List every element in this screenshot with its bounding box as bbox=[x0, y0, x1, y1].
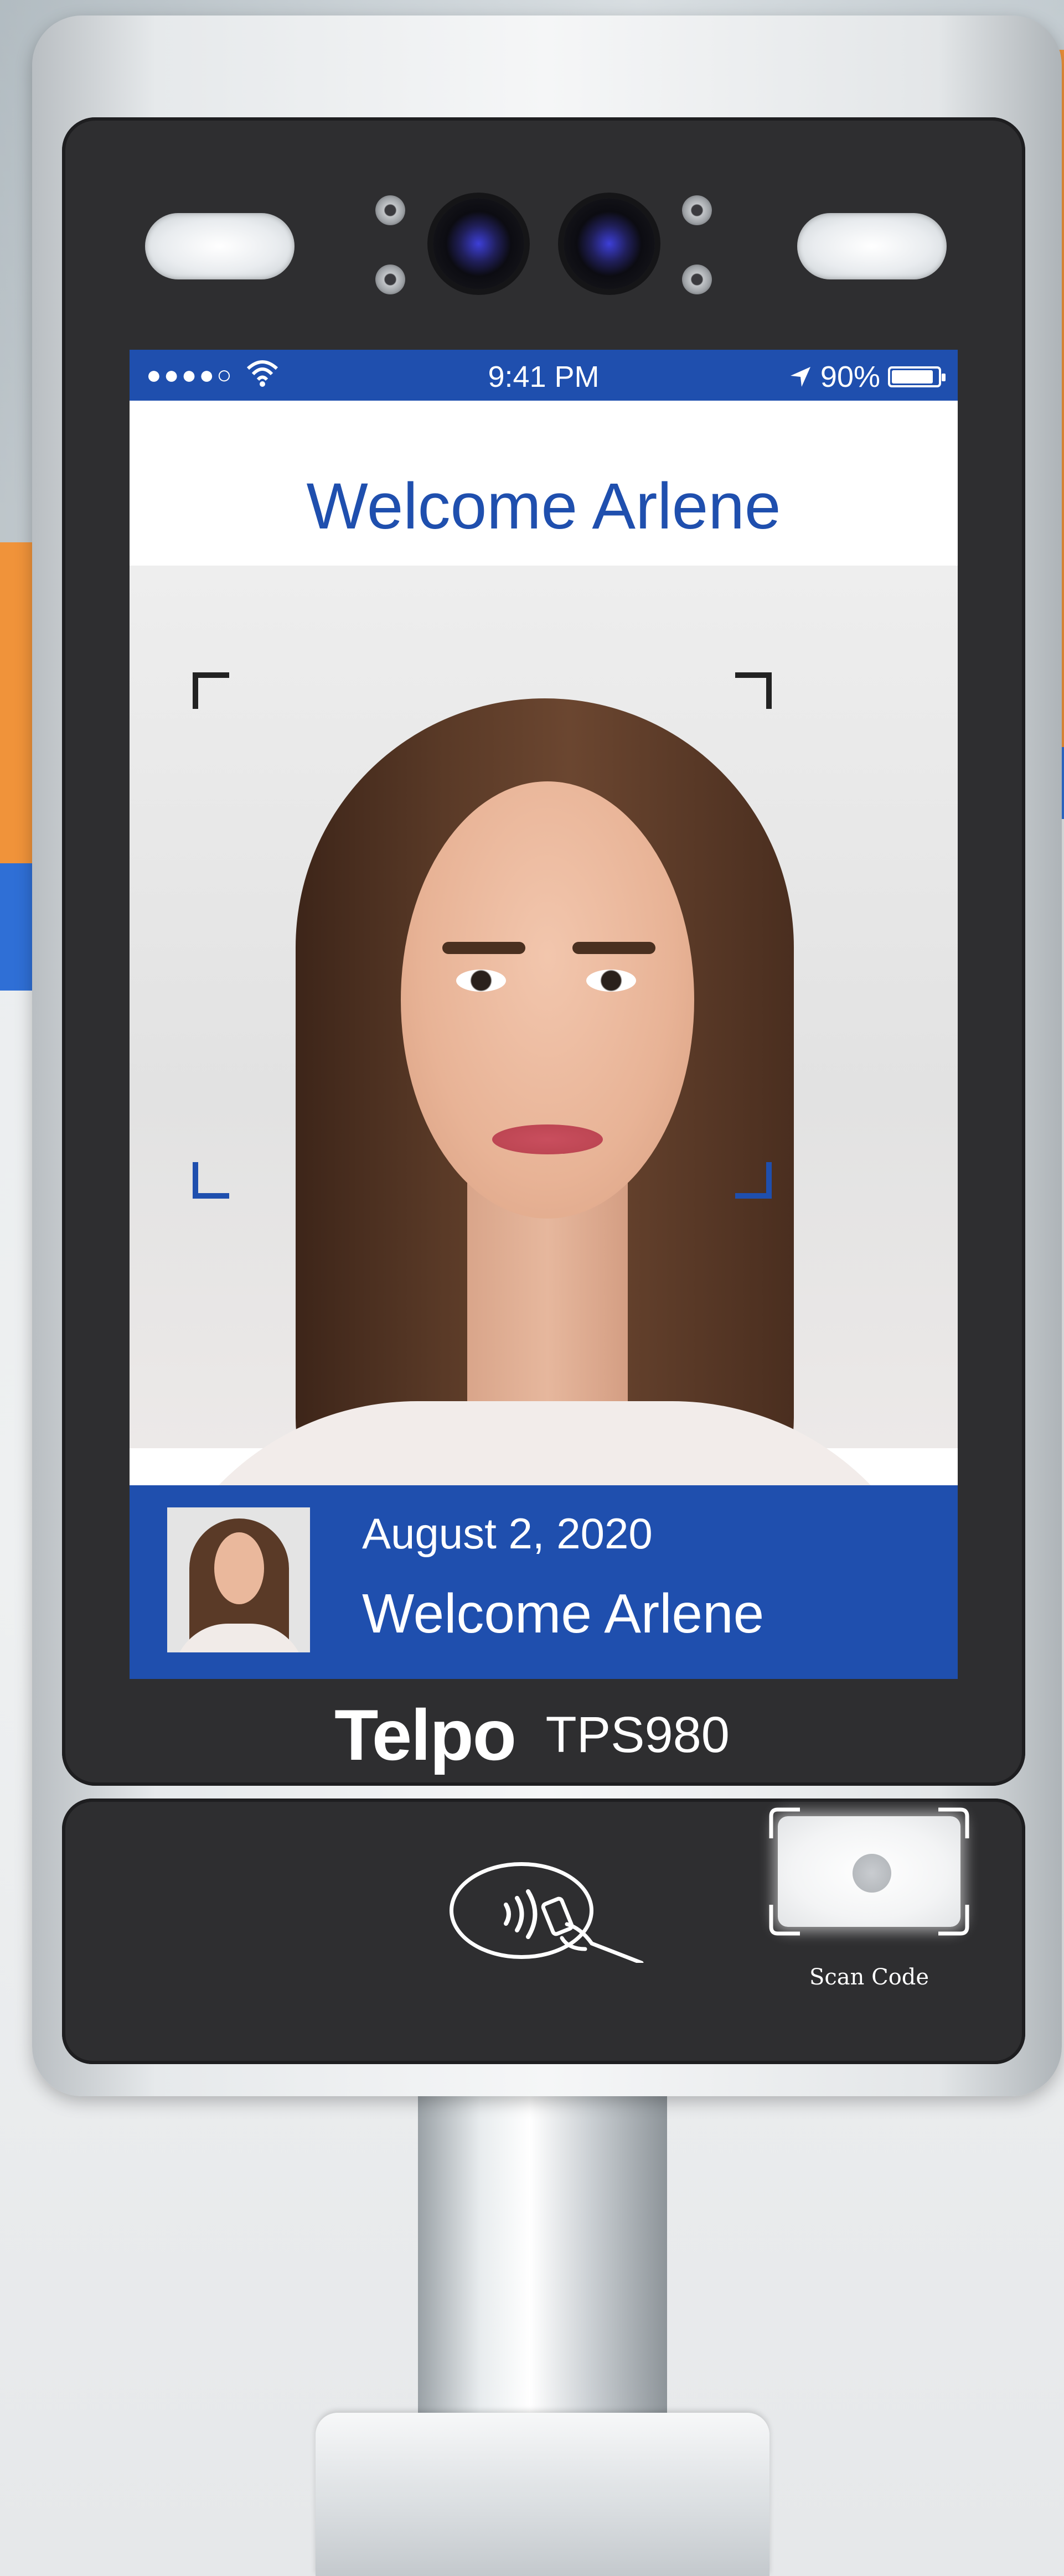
thumbnail-face bbox=[214, 1532, 264, 1604]
recognition-welcome: Welcome Arlene bbox=[362, 1583, 765, 1645]
welcome-title: Welcome Arlene bbox=[306, 470, 781, 543]
person-eyebrow bbox=[442, 942, 525, 954]
scan-code-label: Scan Code bbox=[809, 1965, 929, 1990]
recognized-face-thumbnail bbox=[167, 1507, 310, 1652]
camera-lens-icon bbox=[433, 198, 524, 289]
nfc-contactless-icon[interactable] bbox=[450, 1862, 644, 1963]
device-stand-pole bbox=[418, 2092, 667, 2435]
face-frame-corner-bottom-left bbox=[193, 1162, 229, 1199]
ir-light-icon bbox=[797, 213, 947, 279]
battery-icon bbox=[888, 366, 946, 387]
ir-light-icon bbox=[145, 213, 295, 279]
battery-percent: 90% bbox=[820, 360, 880, 393]
location-arrow-icon bbox=[790, 367, 810, 387]
status-right-group: 90% bbox=[788, 360, 946, 394]
recognition-info-bar: August 2, 2020 Welcome Arlene bbox=[130, 1485, 958, 1679]
face-frame-corner-top-left bbox=[193, 672, 229, 709]
sensor-dot bbox=[375, 265, 405, 294]
person-lips bbox=[492, 1124, 603, 1154]
brand-logo: Telpo bbox=[334, 1694, 516, 1775]
face-frame-corner-top-right bbox=[735, 672, 772, 709]
device-stand-base bbox=[316, 2413, 769, 2576]
scanner-frame bbox=[769, 1807, 969, 1936]
device-screen: ●●●●○ 9:41 PM 90% Welcome Arlene August … bbox=[130, 350, 958, 1679]
recognition-date: August 2, 2020 bbox=[362, 1509, 653, 1558]
battery-fill bbox=[892, 370, 933, 383]
person-eyebrow bbox=[572, 942, 655, 954]
sensor-dot bbox=[375, 195, 405, 225]
face-frame-corner-bottom-right bbox=[735, 1162, 772, 1199]
person-eye bbox=[456, 970, 506, 992]
status-bar: ●●●●○ 9:41 PM 90% bbox=[130, 350, 958, 401]
camera-lens-icon bbox=[564, 198, 655, 289]
device-branding: Telpo TPS980 bbox=[0, 1693, 1064, 1776]
device-model: TPS980 bbox=[545, 1706, 730, 1763]
sensor-dot bbox=[682, 195, 712, 225]
person-eye bbox=[586, 970, 636, 992]
sensor-dot bbox=[682, 265, 712, 294]
